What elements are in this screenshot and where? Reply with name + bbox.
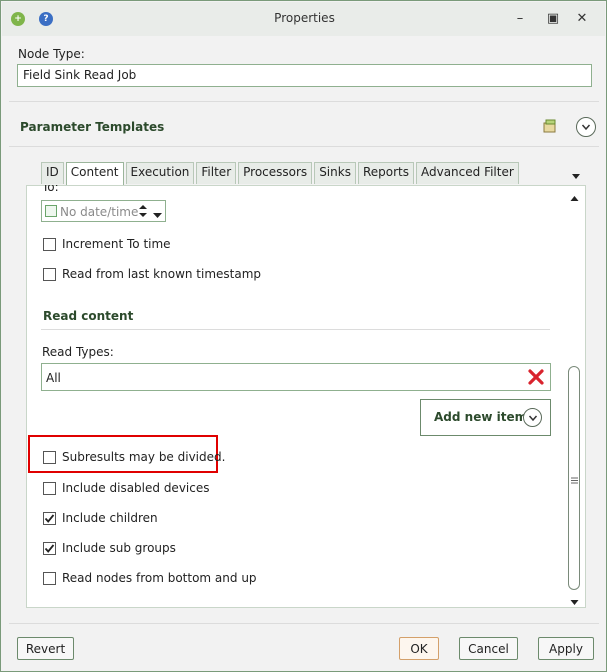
scroll-up-icon[interactable] — [570, 192, 579, 201]
delete-icon[interactable] — [528, 369, 544, 385]
read-content-title: Read content — [43, 309, 134, 323]
tab-advanced-filter[interactable]: Advanced Filter — [415, 162, 519, 184]
spinner-icon[interactable] — [138, 203, 148, 219]
restore-button[interactable]: ▣ — [542, 7, 564, 29]
tab-overflow-icon[interactable] — [571, 170, 581, 180]
include-disabled-devices-label: Include disabled devices — [62, 481, 210, 495]
node-type-label: Node Type: — [18, 47, 85, 61]
read-from-last-checkbox[interactable] — [43, 268, 56, 281]
to-label: To: — [42, 185, 59, 193]
subresults-divided-checkbox[interactable] — [43, 451, 56, 464]
chevron-down-icon — [523, 408, 542, 427]
apply-button[interactable]: Apply — [538, 637, 594, 660]
add-new-items-button[interactable]: Add new items — [420, 399, 551, 436]
cancel-button[interactable]: Cancel — [459, 637, 518, 660]
parameter-templates-title: Parameter Templates — [20, 120, 165, 134]
tab-filter[interactable]: Filter — [196, 162, 237, 184]
read-types-label: Read Types: — [42, 345, 114, 359]
properties-window: + ? Properties – ▣ ✕ Node Type: Field Si… — [0, 0, 607, 672]
include-children-label: Include children — [62, 511, 158, 525]
to-date-picker[interactable]: No date/time — [41, 200, 166, 222]
tab-sinks[interactable]: Sinks — [314, 162, 356, 184]
subresults-divided-label: Subresults may be divided. — [62, 450, 226, 464]
grip-icon — [570, 473, 579, 484]
tab-reports[interactable]: Reports — [357, 162, 414, 184]
to-label-clip: To: — [42, 185, 82, 193]
increment-to-time-label: Increment To time — [62, 237, 171, 251]
minimize-button[interactable]: – — [509, 7, 531, 29]
to-date-enable-checkbox[interactable] — [45, 205, 57, 217]
to-date-placeholder: No date/time — [60, 205, 139, 219]
read-nodes-bottom-up-label: Read nodes from bottom and up — [62, 571, 257, 585]
checkmark-icon — [44, 544, 55, 553]
add-new-items-label: Add new items — [434, 410, 535, 424]
templates-icon[interactable] — [542, 118, 558, 134]
dropdown-arrow-icon[interactable] — [153, 208, 162, 218]
scroll-down-icon[interactable] — [570, 595, 579, 605]
include-disabled-devices-checkbox[interactable] — [43, 482, 56, 495]
close-button[interactable]: ✕ — [571, 7, 593, 29]
node-type-field[interactable]: Field Sink Read Job — [17, 64, 592, 87]
tab-processors[interactable]: Processors — [238, 162, 313, 184]
read-from-last-label: Read from last known timestamp — [62, 267, 262, 281]
include-children-checkbox[interactable] — [43, 512, 56, 525]
read-types-value: All — [46, 371, 61, 385]
read-nodes-bottom-up-checkbox[interactable] — [43, 572, 56, 585]
ok-button[interactable]: OK — [399, 637, 439, 660]
tab-id[interactable]: ID — [41, 162, 64, 184]
expand-templates-button[interactable] — [576, 117, 596, 137]
include-sub-groups-checkbox[interactable] — [43, 542, 56, 555]
divider — [41, 329, 550, 330]
divider — [9, 101, 599, 102]
chevron-down-icon — [581, 124, 591, 131]
revert-button[interactable]: Revert — [17, 637, 74, 660]
increment-to-time-checkbox[interactable] — [43, 238, 56, 251]
tab-bar: ID Content Execution Filter Processors S… — [41, 162, 521, 186]
checkmark-icon — [44, 514, 55, 523]
divider — [9, 623, 599, 624]
include-sub-groups-label: Include sub groups — [62, 541, 176, 555]
divider — [9, 146, 599, 147]
tab-content[interactable]: Content — [65, 162, 124, 186]
tab-execution[interactable]: Execution — [125, 162, 195, 184]
read-types-field[interactable]: All — [41, 363, 551, 391]
